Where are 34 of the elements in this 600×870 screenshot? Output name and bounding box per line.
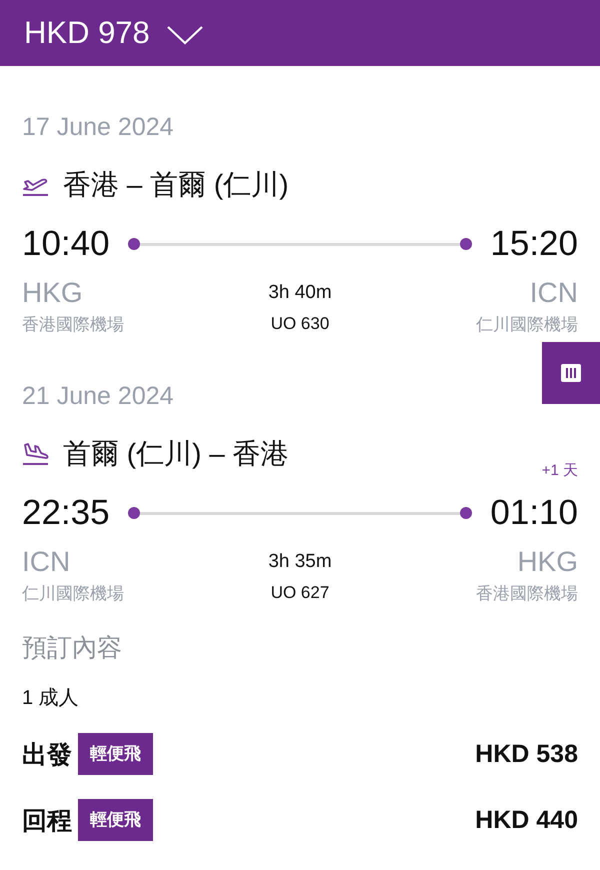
fare-price: HKD 538 bbox=[475, 740, 578, 768]
flight-duration: 3h 40m bbox=[268, 282, 332, 304]
section-title: 預訂內容 bbox=[22, 633, 123, 664]
airport-name: 香港國際機場 bbox=[475, 583, 578, 605]
airport-code: HKG bbox=[22, 276, 84, 310]
airport-name: 仁川國際機場 bbox=[22, 583, 125, 605]
airport-code: ICN bbox=[22, 545, 72, 579]
airport-name: 仁川國際機場 bbox=[475, 314, 578, 336]
route-title: 香港 – 首爾 (仁川) bbox=[63, 168, 289, 202]
fare-direction: 回程 bbox=[22, 806, 72, 836]
columns-icon bbox=[561, 364, 581, 382]
passenger-count: 1 成人 bbox=[22, 686, 80, 710]
arrival-time: 15:20 bbox=[490, 224, 578, 264]
flight-number: UO 630 bbox=[270, 314, 330, 334]
fare-type-tag: 輕便飛 bbox=[78, 733, 153, 775]
departure-time: 22:35 bbox=[22, 493, 110, 533]
plane-landing-icon bbox=[22, 442, 49, 466]
airport-code: ICN bbox=[528, 276, 578, 310]
flight-duration: 3h 35m bbox=[268, 551, 332, 573]
fare-direction: 出發 bbox=[22, 740, 72, 770]
route-title: 首爾 (仁川) – 香港 bbox=[63, 437, 289, 471]
fare-type-tag: 輕便飛 bbox=[78, 799, 153, 841]
departure-time: 10:40 bbox=[22, 224, 110, 264]
airport-name: 香港國際機場 bbox=[22, 314, 125, 336]
fare-price: HKD 440 bbox=[475, 806, 578, 834]
chevron-down-icon bbox=[166, 25, 204, 45]
flight-date: 21 June 2024 bbox=[22, 381, 175, 411]
side-tab-button[interactable] bbox=[542, 342, 600, 404]
flight-date: 17 June 2024 bbox=[22, 112, 175, 142]
flight-number: UO 627 bbox=[270, 583, 330, 603]
total-price-toggle[interactable]: HKD 978 bbox=[24, 15, 204, 51]
arrival-time: 01:10 bbox=[490, 493, 578, 533]
day-offset: +1 天 bbox=[542, 461, 578, 480]
airport-code: HKG bbox=[516, 545, 578, 579]
